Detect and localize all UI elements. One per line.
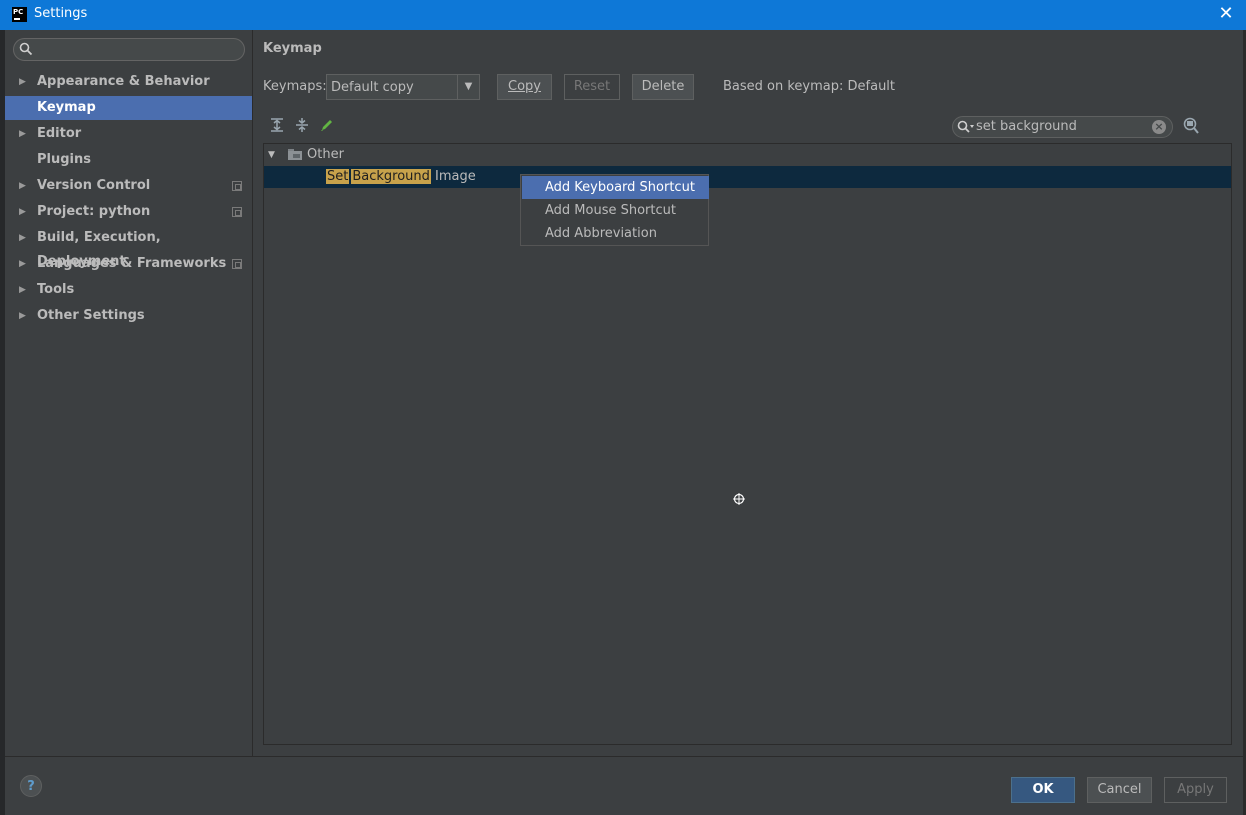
edit-pencil-icon[interactable]: [319, 117, 335, 133]
reset-button[interactable]: Reset: [564, 74, 620, 100]
search-highlight: Background: [351, 169, 431, 184]
find-by-shortcut-icon[interactable]: [1182, 117, 1202, 135]
expand-arrow-icon: ▶: [19, 207, 26, 217]
expand-all-icon[interactable]: [269, 117, 285, 133]
sidebar-item-appearance-behavior[interactable]: ▶ Appearance & Behavior: [5, 70, 252, 94]
apply-button[interactable]: Apply: [1164, 777, 1227, 803]
expand-arrow-icon: ▶: [19, 259, 26, 269]
ok-button[interactable]: OK: [1011, 777, 1075, 803]
keymap-action-tree: ▼ Other Set Background Image: [263, 143, 1232, 745]
keymap-select[interactable]: Default copy ▼: [326, 74, 480, 100]
expand-arrow-icon: ▶: [19, 233, 26, 243]
sidebar-item-version-control[interactable]: ▶ Version Control: [5, 174, 252, 198]
sidebar-item-build-execution-deployment[interactable]: ▶ Build, Execution, Deployment: [5, 226, 252, 269]
delete-button[interactable]: Delete: [632, 74, 694, 100]
collapse-arrow-icon[interactable]: ▼: [268, 144, 275, 166]
expand-arrow-icon: ▶: [19, 77, 26, 87]
copy-button[interactable]: Copy: [497, 74, 552, 100]
action-label: Set Background Image: [326, 166, 476, 188]
tree-group-other[interactable]: ▼ Other: [264, 144, 1231, 166]
sidebar-item-keymap[interactable]: Keymap: [5, 96, 252, 120]
close-icon[interactable]: ✕: [1216, 4, 1236, 24]
cancel-button[interactable]: Cancel: [1087, 777, 1152, 803]
project-scope-icon: [232, 207, 242, 217]
keymaps-label: Keymaps:: [263, 79, 327, 94]
action-search-input[interactable]: set background ×: [952, 116, 1173, 138]
expand-arrow-icon: ▶: [19, 285, 26, 295]
collapse-all-icon[interactable]: [294, 117, 310, 133]
sidebar-search-input[interactable]: [13, 38, 245, 61]
expand-arrow-icon: ▶: [19, 311, 26, 321]
settings-sidebar: ▶ Appearance & Behavior Keymap ▶ Editor …: [5, 30, 253, 756]
tree-group-label: Other: [307, 147, 344, 162]
clear-search-icon[interactable]: ×: [1152, 120, 1166, 134]
context-menu: Add Keyboard Shortcut Add Mouse Shortcut…: [520, 174, 709, 246]
menu-item-add-abbreviation[interactable]: Add Abbreviation: [522, 222, 709, 245]
search-highlight: Set: [326, 169, 350, 184]
page-title: Keymap: [263, 41, 322, 56]
action-label-rest: Image: [430, 169, 476, 184]
search-icon: [19, 42, 33, 56]
mouse-cursor-icon: [733, 493, 745, 505]
expand-arrow-icon: ▶: [19, 181, 26, 191]
sidebar-item-plugins[interactable]: Plugins: [5, 148, 252, 172]
title-bar: PC Settings ✕: [0, 0, 1246, 30]
sidebar-item-tools[interactable]: ▶ Tools: [5, 278, 252, 302]
chevron-down-icon[interactable]: ▼: [457, 75, 479, 99]
expand-arrow-icon: ▶: [19, 129, 26, 139]
action-search-value: set background: [976, 119, 1077, 134]
menu-item-add-keyboard-shortcut[interactable]: Add Keyboard Shortcut: [522, 176, 709, 199]
project-scope-icon: [232, 259, 242, 269]
based-on-keymap-text: Based on keymap: Default: [723, 79, 896, 94]
project-scope-icon: [232, 181, 242, 191]
search-with-options-icon[interactable]: [957, 120, 975, 134]
tree-action-set-background-image[interactable]: Set Background Image: [264, 166, 1231, 188]
sidebar-item-editor[interactable]: ▶ Editor: [5, 122, 252, 146]
sidebar-item-languages-frameworks[interactable]: ▶ Languages & Frameworks: [5, 252, 252, 276]
pycharm-app-icon: PC: [12, 7, 27, 22]
footer-separator: [5, 756, 1246, 757]
folder-icon: [288, 149, 302, 160]
sidebar-item-other-settings[interactable]: ▶ Other Settings: [5, 304, 252, 328]
window-title: Settings: [34, 6, 88, 21]
sidebar-item-project-python[interactable]: ▶ Project: python: [5, 200, 252, 224]
keymap-select-value: Default copy: [331, 80, 414, 95]
help-button[interactable]: ?: [20, 775, 42, 797]
menu-item-add-mouse-shortcut[interactable]: Add Mouse Shortcut: [522, 199, 709, 222]
